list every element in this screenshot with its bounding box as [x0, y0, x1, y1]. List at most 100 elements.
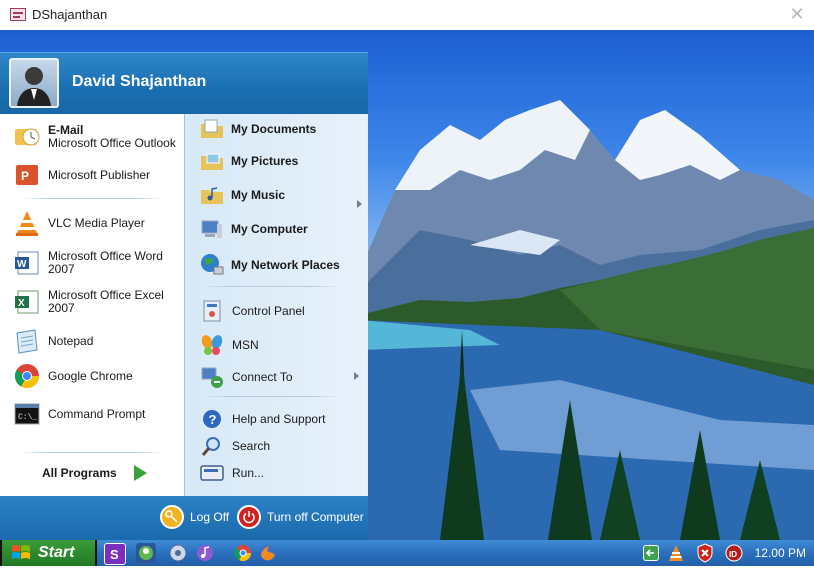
run-icon	[197, 458, 227, 488]
connect-to-label: Connect To	[232, 369, 293, 384]
tray-security-shield-icon[interactable]	[695, 543, 715, 563]
svg-text:P: P	[21, 169, 29, 183]
menu-item-connect-to[interactable]: Connect To	[197, 362, 293, 392]
control-panel-label: Control Panel	[232, 303, 305, 318]
menu-item-msn[interactable]: MSN	[197, 330, 259, 360]
svg-text:?: ?	[209, 412, 217, 427]
menu-item-search[interactable]: Search	[197, 431, 270, 461]
menu-item-excel-label-2: 2007	[48, 301, 75, 315]
connect-to-submenu-arrow-icon	[354, 372, 359, 380]
close-icon[interactable]: ✕	[788, 4, 806, 25]
start-menu-pinned-list: E-Mail Microsoft Office Outlook P Micros…	[0, 114, 185, 496]
menu-item-word-label-2: 2007	[48, 262, 75, 276]
menu-item-publisher-label: Microsoft Publisher	[48, 167, 151, 182]
outlook-icon	[12, 122, 42, 152]
computer-icon	[197, 214, 227, 244]
menu-item-publisher[interactable]: P Microsoft Publisher	[12, 160, 150, 190]
folder-pictures-icon	[197, 146, 227, 176]
menu-item-vlc[interactable]: VLC Media Player	[12, 208, 145, 238]
menu-item-my-network-places[interactable]: My Network Places	[197, 250, 340, 280]
msn-label: MSN	[232, 337, 259, 352]
window-title: DShajanthan	[32, 7, 108, 22]
svg-text:X: X	[18, 298, 25, 309]
my-pictures-submenu-arrow-icon	[357, 200, 362, 208]
tray-back-icon[interactable]	[643, 545, 659, 561]
menu-item-my-pictures[interactable]: My Pictures	[197, 146, 298, 176]
menu-item-my-computer[interactable]: My Computer	[197, 214, 308, 244]
menu-item-help-support[interactable]: ? Help and Support	[197, 404, 325, 434]
windows-logo-icon	[12, 545, 30, 559]
taskbar-firefox-icon[interactable]	[258, 543, 278, 563]
menu-item-email[interactable]: E-Mail Microsoft Office Outlook	[12, 122, 176, 152]
my-computer-label: My Computer	[231, 221, 308, 236]
menu-item-command-prompt-label: Command Prompt	[48, 406, 146, 421]
app-icon	[10, 8, 26, 21]
my-music-label: My Music	[231, 187, 286, 202]
menu-item-excel[interactable]: X Microsoft Office Excel 2007	[12, 287, 164, 317]
excel-icon: X	[12, 287, 42, 317]
user-avatar[interactable]	[9, 58, 59, 108]
help-support-label: Help and Support	[232, 411, 326, 426]
menu-item-run[interactable]: Run...	[197, 458, 264, 488]
connect-to-icon	[197, 362, 227, 392]
menu-item-chrome[interactable]: Google Chrome	[12, 361, 133, 391]
user-name: David Shajanthan	[72, 73, 207, 90]
folder-music-icon	[197, 180, 227, 210]
taskbar-itunes-icon[interactable]	[195, 543, 215, 563]
right-separator-1	[201, 286, 341, 287]
network-globe-icon	[197, 250, 227, 280]
start-menu: David Shajanthan E-Mail Microsoft Office…	[0, 52, 368, 540]
menu-item-my-music[interactable]: My Music	[197, 180, 285, 210]
right-separator-2	[201, 396, 341, 397]
key-icon	[160, 505, 184, 529]
vlc-icon	[12, 208, 42, 238]
taskbar: Start S ID 12.00 PM	[0, 540, 814, 566]
window-title-bar: DShajanthan ✕	[0, 0, 814, 30]
menu-item-my-documents[interactable]: My Documents	[197, 114, 316, 144]
all-programs-arrow-icon	[133, 465, 147, 481]
menu-item-control-panel[interactable]: Control Panel	[197, 296, 305, 326]
svg-text:S: S	[110, 547, 119, 562]
all-programs-separator	[20, 452, 165, 453]
start-menu-places-list: My Documents My Pictures My Music My Com…	[185, 114, 368, 496]
svg-text:ID: ID	[729, 550, 737, 559]
msn-butterfly-icon	[197, 330, 227, 360]
all-programs-label: All Programs	[42, 465, 117, 480]
my-pictures-label: My Pictures	[231, 153, 299, 168]
all-programs-button[interactable]: All Programs	[42, 464, 149, 482]
taskbar-messenger-icon[interactable]	[136, 543, 156, 563]
tray-vlc-icon[interactable]	[666, 543, 686, 563]
notepad-icon	[12, 326, 42, 356]
menu-item-command-prompt[interactable]: C:\_ Command Prompt	[12, 399, 145, 429]
start-menu-header: David Shajanthan	[0, 52, 368, 114]
svg-text:W: W	[17, 259, 27, 270]
help-icon: ?	[197, 404, 227, 434]
run-label: Run...	[232, 465, 265, 480]
svg-text:C:\_: C:\_	[18, 413, 37, 422]
menu-item-notepad[interactable]: Notepad	[12, 326, 93, 356]
menu-item-email-subtitle: Microsoft Office Outlook	[48, 136, 176, 150]
menu-item-word[interactable]: W Microsoft Office Word 2007	[12, 248, 163, 278]
tray-app-icon[interactable]: ID	[724, 543, 744, 563]
my-documents-label: My Documents	[231, 121, 317, 136]
taskbar-media-icon[interactable]	[168, 543, 188, 563]
menu-item-chrome-label: Google Chrome	[48, 368, 133, 383]
taskbar-skype-icon[interactable]: S	[104, 543, 126, 565]
turn-off-computer-button[interactable]: Turn off Computer	[237, 505, 364, 529]
publisher-icon: P	[12, 160, 42, 190]
menu-item-vlc-label: VLC Media Player	[48, 215, 145, 230]
start-menu-footer: Log Off Turn off Computer	[0, 496, 368, 540]
start-button[interactable]: Start	[0, 540, 97, 566]
folder-documents-icon	[197, 114, 227, 144]
tray-clock[interactable]: 12.00 PM	[755, 546, 806, 560]
log-off-button[interactable]: Log Off	[160, 505, 229, 529]
taskbar-chrome-icon[interactable]	[233, 543, 253, 563]
start-label: Start	[38, 544, 75, 561]
user-avatar-icon	[17, 67, 51, 106]
command-prompt-icon: C:\_	[12, 399, 42, 429]
turn-off-label: Turn off Computer	[267, 510, 364, 524]
left-separator	[20, 198, 165, 199]
chrome-icon	[12, 361, 42, 391]
search-icon	[197, 431, 227, 461]
word-icon: W	[12, 248, 42, 278]
